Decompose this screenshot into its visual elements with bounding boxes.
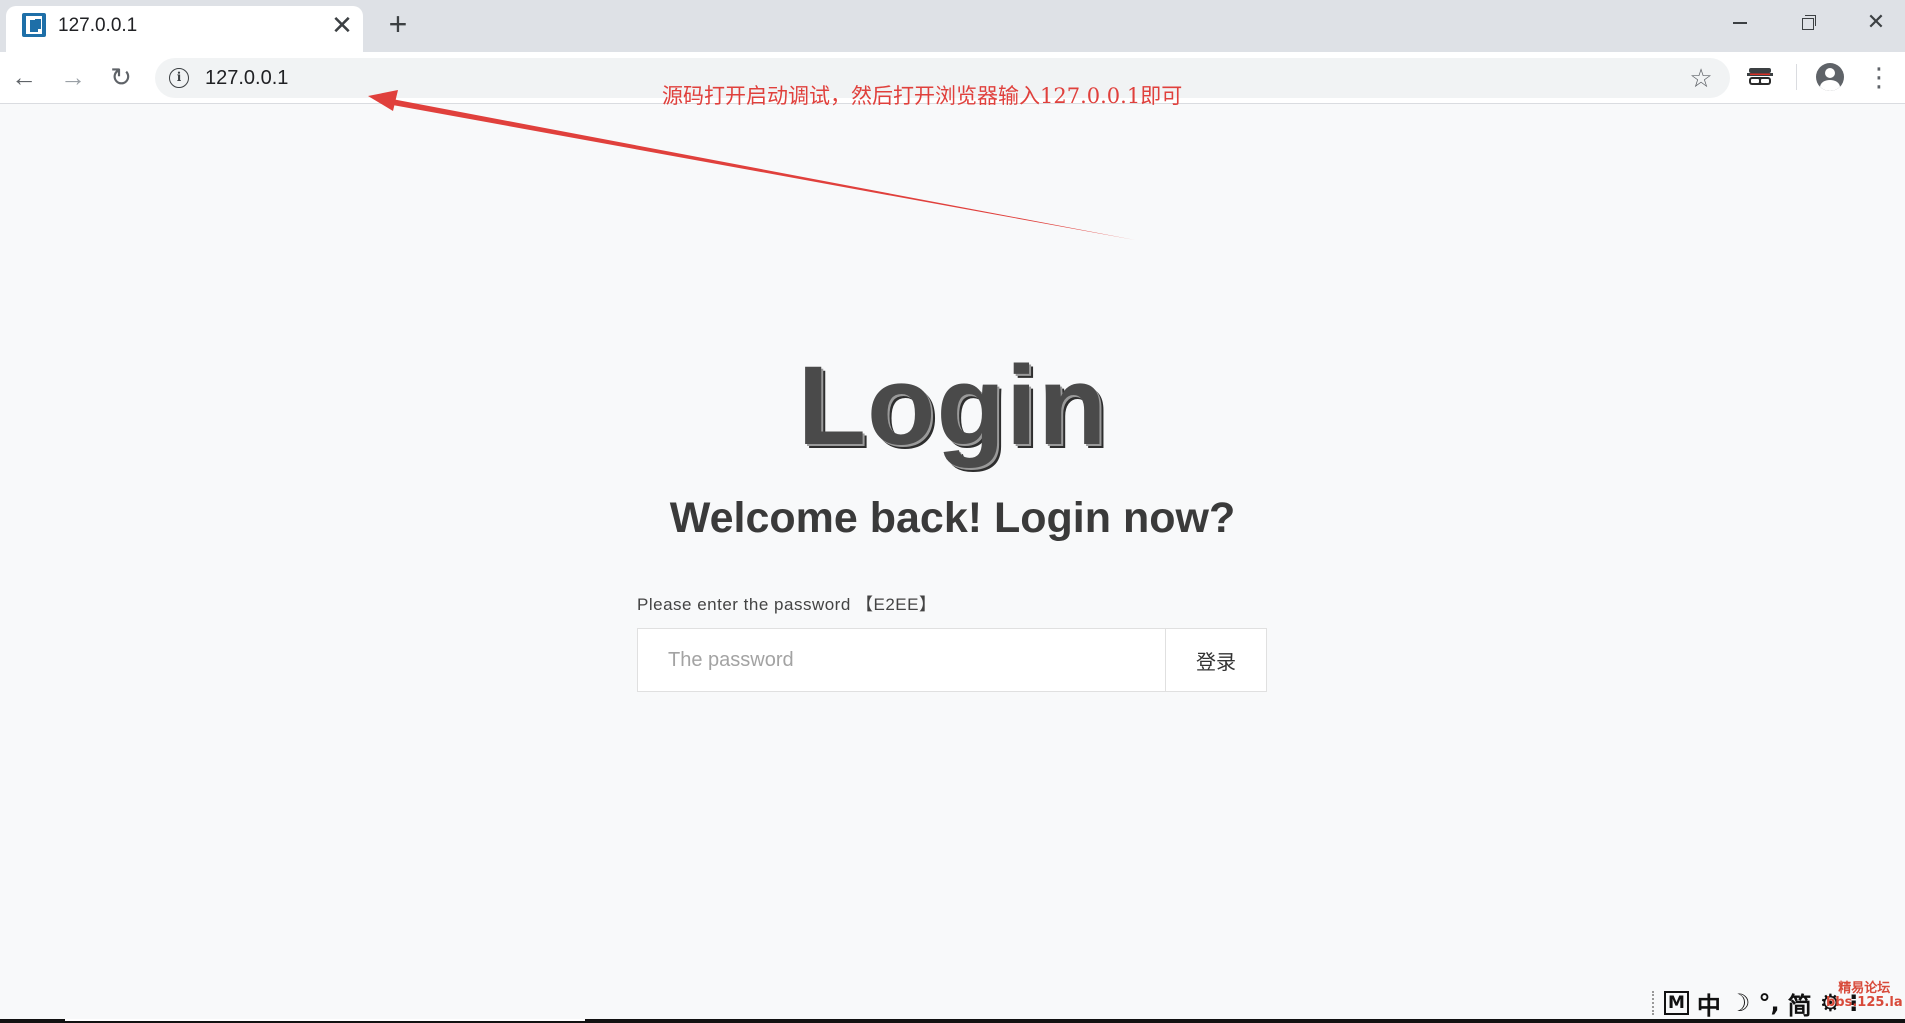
profile-icon[interactable] xyxy=(1816,63,1844,91)
watermark-line-1: 精易论坛 xyxy=(1838,981,1891,996)
more-menu-icon[interactable]: ⋮ xyxy=(1866,62,1892,92)
forum-watermark: 精易论坛 bbs.125.la xyxy=(1826,982,1903,1010)
welcome-subtitle: Welcome back! Login now? xyxy=(669,494,1236,542)
toolbar-separator xyxy=(1796,64,1797,90)
bookmark-star-icon[interactable]: ☆ xyxy=(1686,63,1716,93)
taskbar-highlight xyxy=(65,1019,585,1021)
forward-arrow-icon[interactable]: → xyxy=(57,61,89,93)
favicon-icon xyxy=(22,13,46,37)
back-arrow-icon[interactable]: ← xyxy=(8,61,40,93)
url-text[interactable]: 127.0.0.1 xyxy=(205,67,288,90)
watermark-line-2: bbs.125.la xyxy=(1826,995,1903,1010)
password-input[interactable] xyxy=(637,628,1166,692)
tab-title: 127.0.0.1 xyxy=(58,15,138,36)
window-restore-icon[interactable] xyxy=(1788,8,1828,38)
ime-chinese-toggle[interactable]: 中 xyxy=(1697,986,1721,1021)
tab-strip: 127.0.0.1 ✕ + ✕ xyxy=(0,0,1905,52)
browser-window: 127.0.0.1 ✕ + ✕ ← → ↻ i 127.0.0.1 ☆ ⋮ Lo… xyxy=(0,0,1905,1023)
new-tab-plus-icon[interactable]: + xyxy=(383,8,413,40)
ime-simplified-toggle[interactable]: 简 xyxy=(1788,986,1812,1021)
tab-active[interactable]: 127.0.0.1 ✕ xyxy=(6,6,363,52)
window-minimize-icon[interactable] xyxy=(1720,8,1760,38)
login-button[interactable]: 登录 xyxy=(1165,628,1267,692)
info-icon[interactable]: i xyxy=(169,68,189,88)
annotation-text: 源码打开启动调试，然后打开浏览器输入127.0.0.1即可 xyxy=(662,84,1183,108)
password-label: Please enter the password 【E2EE】 xyxy=(637,595,937,614)
ime-grip[interactable] xyxy=(1652,991,1656,1015)
reload-icon[interactable]: ↻ xyxy=(105,61,137,93)
tab-close-icon[interactable]: ✕ xyxy=(330,12,354,38)
login-heading: Login xyxy=(797,343,1108,468)
incognito-extension-icon[interactable] xyxy=(1747,66,1773,88)
page-content: Login Welcome back! Login now? Please en… xyxy=(0,104,1905,1019)
ime-mode-icon[interactable]: M xyxy=(1664,991,1689,1015)
ime-moon-icon[interactable]: ☽ xyxy=(1729,989,1751,1017)
ime-punctuation-icon[interactable]: °, xyxy=(1758,989,1779,1017)
window-close-icon[interactable]: ✕ xyxy=(1856,8,1896,38)
